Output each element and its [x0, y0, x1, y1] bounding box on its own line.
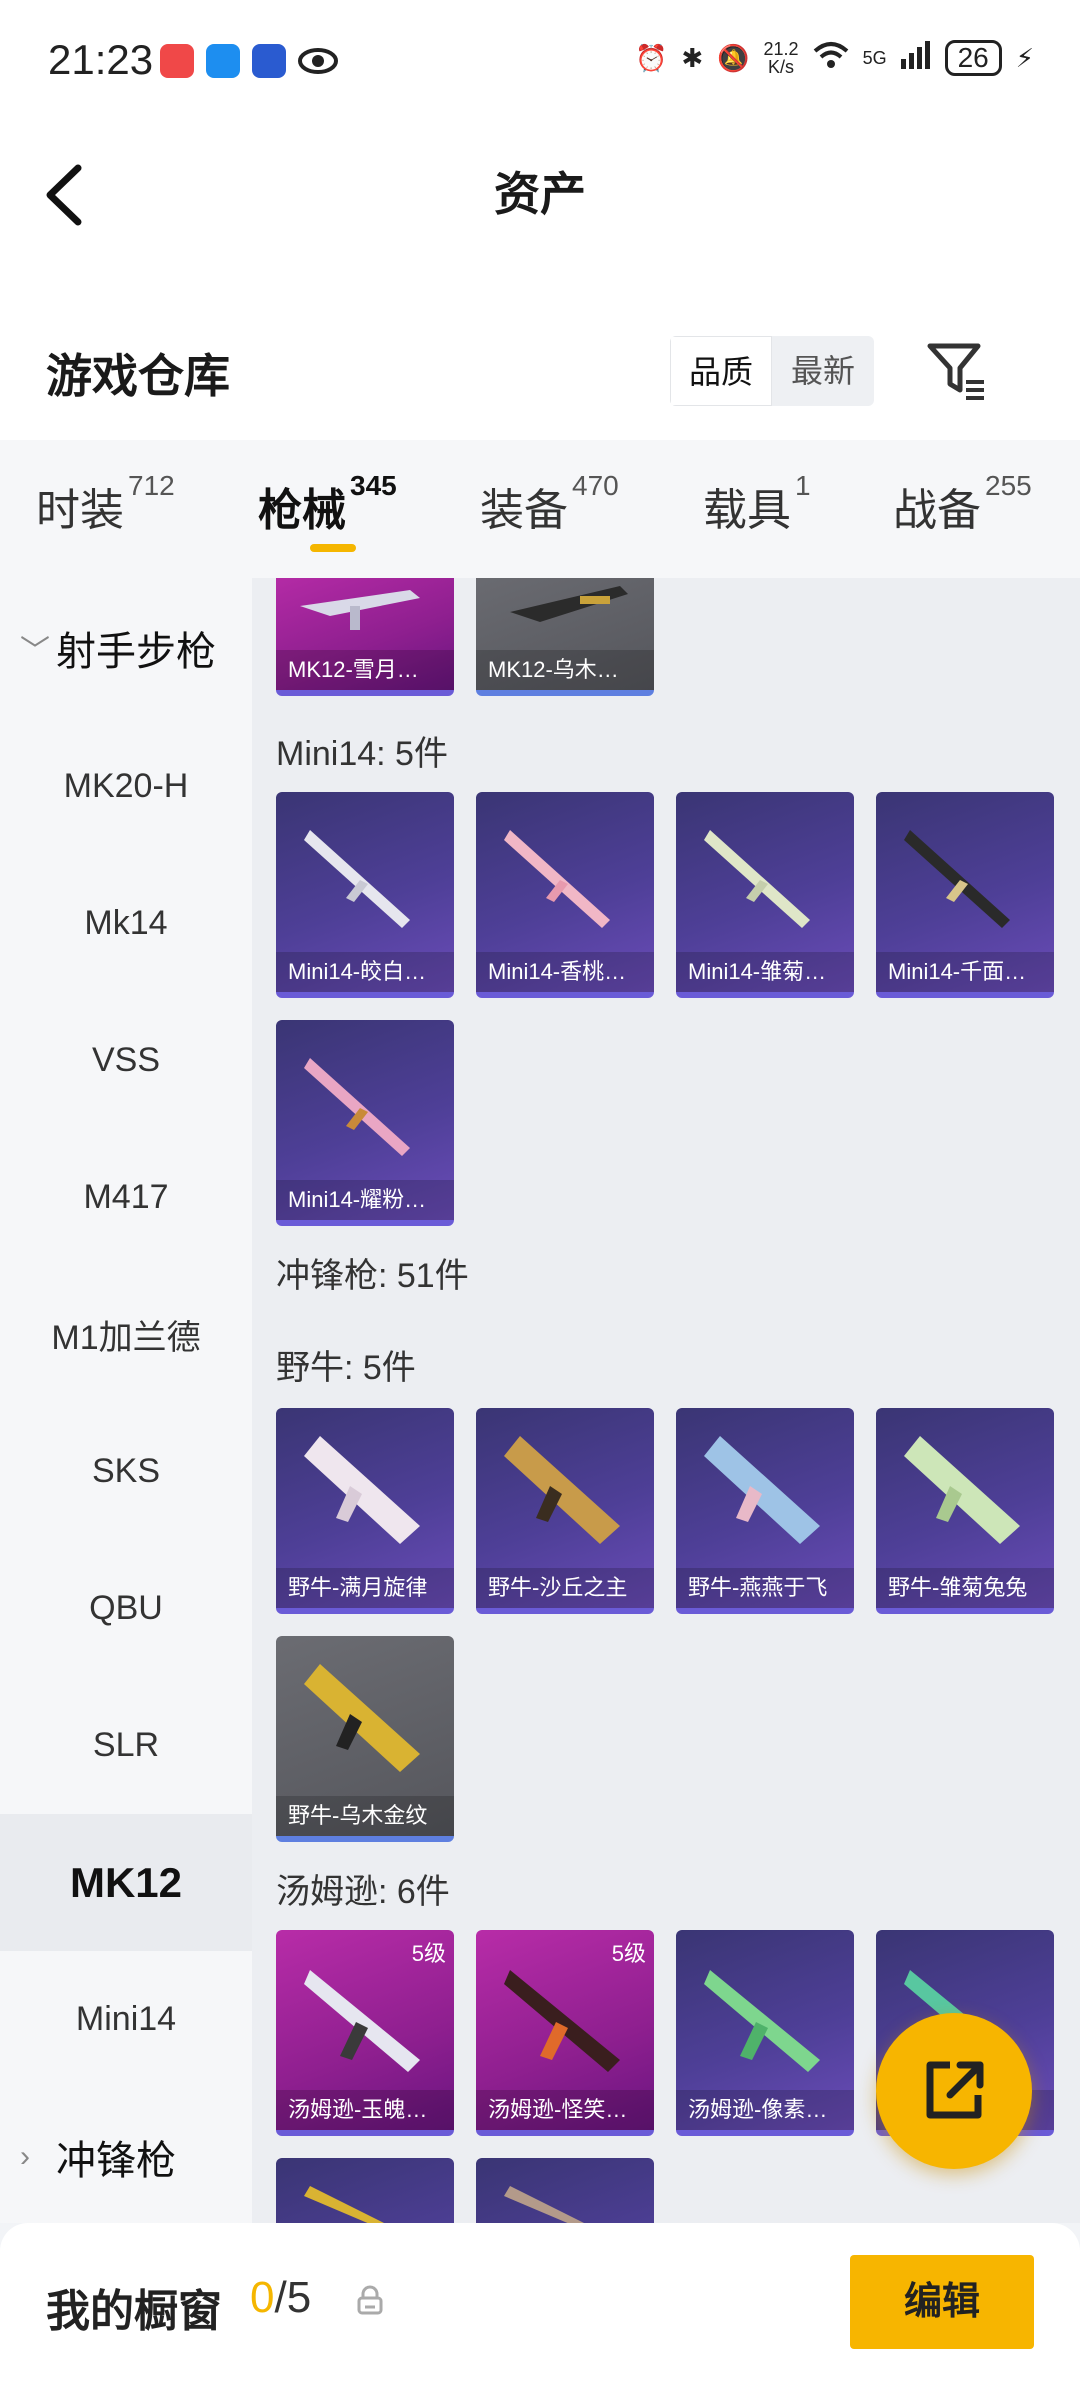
eye-icon — [298, 44, 338, 78]
sort-newest-button[interactable]: 最新 — [772, 336, 874, 406]
sidebar-category-smg[interactable]: › 冲锋枪 — [0, 2088, 252, 2223]
smg-icon — [504, 2186, 584, 2223]
tab-fashion[interactable]: 时装712 — [36, 470, 175, 538]
showcase-title: 我的橱窗 — [46, 2287, 222, 2336]
smg-icon — [504, 1436, 620, 1544]
status-bar: 21:23 ⏰ ✱ 🔕 21.2 K/s 5G 26 ⚡ — [0, 0, 1080, 130]
edit-button[interactable]: 编辑 — [850, 2255, 1034, 2349]
weapon-card[interactable] — [476, 2158, 654, 2223]
sidebar-item[interactable]: M1加兰德 — [0, 1266, 252, 1403]
tab-vehicles[interactable]: 载具1 — [703, 470, 811, 538]
smg-icon — [504, 1970, 620, 2072]
status-icons: ⏰ ✱ 🔕 21.2 K/s 5G 26 ⚡ — [635, 40, 1034, 76]
status-time: 21:23 — [48, 36, 154, 83]
sidebar-item[interactable]: Mk14 — [0, 855, 252, 992]
sidebar-item[interactable]: SLR — [0, 1677, 252, 1814]
wifi-icon — [813, 41, 849, 76]
mute-icon: 🔕 — [717, 42, 750, 73]
weapon-type-sidebar: ﹀ 射手步枪 MK20-H Mk14 VSS M417 M1加兰德 SKS QB… — [0, 578, 252, 2223]
rifle-icon — [504, 830, 610, 928]
weapon-card[interactable]: 野牛-雏菊兔兔 — [876, 1408, 1054, 1614]
sort-toggle: 品质 最新 — [670, 336, 874, 406]
weapon-card[interactable]: Mini14-皎白… — [276, 792, 454, 998]
weapon-card[interactable]: Mini14-千面… — [876, 792, 1054, 998]
sidebar-item[interactable]: QBU — [0, 1540, 252, 1677]
sidebar-item-active[interactable]: MK12 — [0, 1814, 252, 1951]
nav-bar: 资产 — [0, 130, 1080, 300]
weapon-card[interactable]: Mini14-耀粉… — [276, 1020, 454, 1226]
weapon-card[interactable]: Mini14-香桃… — [476, 792, 654, 998]
alarm-icon: ⏰ — [634, 42, 668, 73]
weapon-card[interactable]: 野牛-沙丘之主 — [476, 1408, 654, 1614]
battery-indicator: 26 — [944, 40, 1002, 76]
app-notification-icon — [252, 44, 286, 78]
group-title-thompson: 汤姆逊: 6件 — [276, 1873, 450, 1911]
sort-quality-button[interactable]: 品质 — [670, 336, 772, 406]
sidebar-category-marksman[interactable]: ﹀ 射手步枪 — [0, 578, 252, 718]
group-title-bizon: 野牛: 5件 — [276, 1349, 416, 1387]
active-tab-indicator — [310, 544, 356, 552]
weapon-card[interactable]: 汤姆逊-像素… — [676, 1930, 854, 2136]
filter-icon — [927, 343, 984, 400]
smg-icon — [704, 1970, 820, 2072]
category-tabs: 时装712 枪械345 装备470 载具1 战备255 — [0, 440, 1080, 578]
tab-equipment[interactable]: 装备470 — [480, 470, 619, 538]
section-title-smg: 冲锋枪: 51件 — [276, 1257, 469, 1295]
sidebar-item[interactable]: MK20-H — [0, 718, 252, 855]
page-title: 资产 — [494, 168, 586, 220]
smg-icon — [304, 1436, 420, 1544]
tab-firearms[interactable]: 枪械345 — [258, 470, 397, 538]
charging-icon: ⚡ — [1015, 42, 1034, 73]
app-notification-icon — [206, 44, 240, 78]
weapon-card[interactable]: MK12-乌木… — [476, 578, 654, 696]
weapon-grid: MK12-雪月… MK12-乌木… Mini14: 5件 Mini14-皎白… … — [252, 578, 1080, 2223]
sidebar-item[interactable]: M417 — [0, 1129, 252, 1266]
filter-button[interactable] — [924, 338, 988, 402]
smg-icon — [304, 2186, 384, 2223]
weapon-card[interactable]: 野牛-燕燕于飞 — [676, 1408, 854, 1614]
chevron-right-icon: › — [20, 2139, 30, 2173]
network-type: 5G — [862, 47, 887, 68]
rifle-icon — [904, 830, 1010, 928]
sidebar-item[interactable]: SKS — [0, 1403, 252, 1540]
external-link-icon — [926, 2061, 984, 2119]
smg-icon — [304, 1664, 420, 1772]
weapon-card[interactable]: MK12-雪月… — [276, 578, 454, 696]
chevron-down-icon: ﹀ — [20, 635, 50, 668]
share-fab-button[interactable] — [876, 2013, 1032, 2169]
sidebar-item[interactable]: Mini14 — [0, 1951, 252, 2088]
smg-icon — [704, 1436, 820, 1544]
weapon-card[interactable]: 野牛-乌木金纹 — [276, 1636, 454, 1842]
signal-icon — [900, 40, 931, 76]
tab-battle-prep[interactable]: 战备255 — [893, 470, 1032, 538]
app-notification-icon — [160, 44, 194, 78]
weapon-card[interactable]: 野牛-满月旋律 — [276, 1408, 454, 1614]
rifle-icon — [510, 586, 628, 622]
smg-icon — [904, 1436, 1020, 1544]
showcase-bar: 我的橱窗 0/5 编辑 — [0, 2223, 1080, 2382]
net-speed: 21.2 K/s — [763, 39, 799, 77]
warehouse-title: 游戏仓库 — [46, 350, 230, 402]
smg-icon — [304, 1970, 420, 2072]
rifle-icon — [704, 830, 810, 928]
showcase-count: 0/5 — [250, 2273, 312, 2322]
rifle-icon — [300, 590, 420, 630]
group-title-mini14: Mini14: 5件 — [276, 735, 448, 773]
weapon-card[interactable]: 5级 汤姆逊-玉魄… — [276, 1930, 454, 2136]
bluetooth-icon: ✱ — [681, 42, 704, 73]
rifle-icon — [304, 1058, 410, 1156]
lock-icon — [356, 2285, 384, 2315]
warehouse-header: 游戏仓库 品质 最新 — [0, 300, 1080, 440]
rifle-icon — [304, 830, 410, 928]
sidebar-item[interactable]: VSS — [0, 992, 252, 1129]
weapon-card[interactable]: Mini14-雏菊… — [676, 792, 854, 998]
weapon-card[interactable]: 5级 汤姆逊-怪笑… — [476, 1930, 654, 2136]
weapon-card[interactable] — [276, 2158, 454, 2223]
